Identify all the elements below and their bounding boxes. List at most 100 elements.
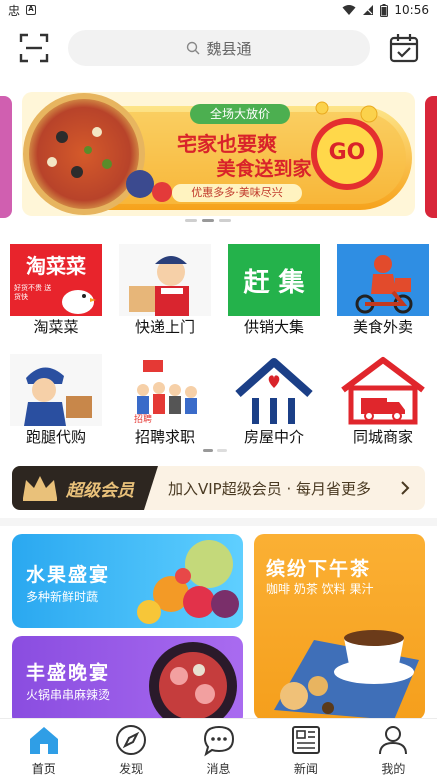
grid-page-dot <box>203 449 213 452</box>
card-fruit[interactable]: 水果盛宴 多种新鲜时蔬 <box>12 534 243 628</box>
tab-discover-label: 发现 <box>119 762 144 776</box>
tab-messages-label: 消息 <box>206 762 231 776</box>
banner-headline: 宅家也要爽 <box>177 132 277 156</box>
house-heart-icon <box>235 358 313 424</box>
status-time: 10:56 <box>394 3 429 17</box>
calendar-check-icon[interactable] <box>388 32 420 64</box>
tab-news-label: 新闻 <box>293 762 318 776</box>
section-divider <box>0 518 437 526</box>
recruit-thumb: 招聘 <box>119 354 211 426</box>
tab-news[interactable]: 新闻 <box>262 719 349 778</box>
delivery-rider-icon <box>355 255 413 314</box>
banner-tag: 全场大放价 <box>190 104 290 124</box>
banner-indicator <box>185 219 231 222</box>
chicken-icon <box>62 290 96 314</box>
tab-profile[interactable]: 我的 <box>350 719 437 778</box>
search-bar[interactable]: 魏县通 <box>68 30 370 66</box>
service-housing[interactable]: 房屋中介 <box>224 354 324 454</box>
service-label: 房屋中介 <box>243 428 304 446</box>
tab-discover[interactable]: 发现 <box>87 719 174 778</box>
service-express[interactable]: 快递上门 <box>115 244 215 344</box>
banner-next-peek <box>425 96 437 218</box>
tab-profile-label: 我的 <box>381 762 406 776</box>
service-local-merchants[interactable]: 同城商家 <box>333 354 433 454</box>
card-dinner-title: 丰盛晚宴 <box>26 662 111 684</box>
compass-icon <box>116 725 147 755</box>
app-icon: A <box>26 5 37 15</box>
card-dinner-sub: 火锅串串麻辣烫 <box>26 688 111 702</box>
taocaicai-logo-sub: 好货不贵 送货快 <box>14 284 52 301</box>
fruit-basket-icon <box>137 540 239 624</box>
grid-page-indicator <box>203 449 227 452</box>
notification-icon: 忠 <box>8 3 21 18</box>
service-errand[interactable]: 跑腿代购 <box>6 354 106 454</box>
service-label: 供销大集 <box>243 318 304 336</box>
wifi-icon <box>342 5 356 15</box>
food-delivery-thumb <box>337 244 429 316</box>
chevron-right-icon <box>401 481 410 495</box>
signal-icon <box>363 5 374 15</box>
banner-dot <box>185 219 197 222</box>
service-label: 快递上门 <box>134 318 195 336</box>
service-taocaicai[interactable]: 淘菜菜 好货不贵 送货快 淘菜菜 <box>6 244 106 344</box>
courier-icon <box>129 256 189 316</box>
vip-badge: 超级会员 <box>12 466 158 510</box>
search-icon <box>187 41 200 55</box>
scan-icon[interactable] <box>18 32 50 64</box>
market-logo-text: 赶 集 <box>243 268 305 298</box>
grid-page-dot <box>217 449 227 452</box>
service-recruit[interactable]: 招聘 招聘求职 <box>115 354 215 454</box>
tab-messages[interactable]: 消息 <box>175 719 262 778</box>
tab-home-label: 首页 <box>31 762 56 776</box>
status-bar: 忠 A 10:56 <box>0 0 437 20</box>
service-label: 招聘求职 <box>134 428 195 446</box>
home-icon <box>29 727 58 754</box>
top-header: 魏县通 <box>0 26 437 72</box>
message-icon <box>203 725 234 757</box>
errand-runner-icon <box>24 367 92 426</box>
coffee-cup-icon <box>274 630 419 720</box>
vip-banner[interactable]: 超级会员 加入VIP超级会员 · 每月省更多 <box>12 466 425 510</box>
service-food-delivery[interactable]: 美食外卖 <box>333 244 433 344</box>
banner-dot <box>219 219 231 222</box>
housing-thumb <box>228 354 320 426</box>
vip-title: 超级会员 <box>66 480 134 501</box>
service-market[interactable]: 赶 集 供销大集 <box>224 244 324 344</box>
banner-carousel[interactable]: 全场大放价 宅家也要爽 美食送到家 GO 优惠多多·美味尽兴 <box>0 92 437 222</box>
card-fruit-title: 水果盛宴 <box>26 564 111 586</box>
recruit-banner-text: 招聘 <box>133 415 152 425</box>
service-label: 同城商家 <box>352 428 413 446</box>
news-icon <box>291 726 320 754</box>
service-label: 美食外卖 <box>352 318 413 336</box>
errand-thumb <box>10 354 102 426</box>
service-label: 跑腿代购 <box>25 428 86 446</box>
app-screen: 忠 A 10:56 魏县通 全场大放价 宅家也要爽 美食送到家 GO 优惠多多·… <box>0 0 437 778</box>
banner-subheadline: 美食送到家 <box>216 158 312 180</box>
bottom-tab-bar: 首页 发现 消息 新闻 我的 <box>0 718 437 778</box>
card-tea-sub: 咖啡 奶茶 饮料 果汁 <box>266 582 374 596</box>
market-thumb: 赶 集 <box>228 244 320 316</box>
taocaicai-logo-text: 淘菜菜 <box>26 254 86 278</box>
banner-slogan: 优惠多多·美味尽兴 <box>172 184 302 202</box>
card-tea-title: 缤纷下午茶 <box>266 558 372 580</box>
card-dinner[interactable]: 丰盛晚宴 火锅串串麻辣烫 <box>12 636 243 726</box>
battery-icon <box>380 3 389 17</box>
tab-home[interactable]: 首页 <box>0 719 87 778</box>
banner-go: GO <box>328 140 366 165</box>
service-row: 跑腿代购 招聘 招聘求职 房屋中介 同城商家 <box>0 354 437 454</box>
taocaicai-thumb: 淘菜菜 好货不贵 送货快 <box>10 244 102 316</box>
banner-slide[interactable]: 全场大放价 宅家也要爽 美食送到家 GO 优惠多多·美味尽兴 <box>22 92 415 216</box>
crown-icon <box>23 476 57 501</box>
local-merchants-thumb <box>337 354 429 426</box>
house-truck-icon <box>341 357 425 425</box>
service-row: 淘菜菜 好货不贵 送货快 淘菜菜 快递上门 赶 集 供销大集 美食外卖 <box>0 244 437 344</box>
express-thumb <box>119 244 211 316</box>
card-tea[interactable]: 缤纷下午茶 咖啡 奶茶 饮料 果汁 <box>254 534 425 720</box>
search-placeholder: 魏县通 <box>206 39 252 58</box>
vip-text: 加入VIP超级会员 · 每月省更多 <box>168 479 372 498</box>
hotpot-plate-icon <box>149 642 237 726</box>
profile-icon <box>379 726 408 755</box>
banner-dot <box>202 219 214 222</box>
banner-prev-peek <box>0 96 12 218</box>
card-fruit-sub: 多种新鲜时蔬 <box>26 590 99 604</box>
